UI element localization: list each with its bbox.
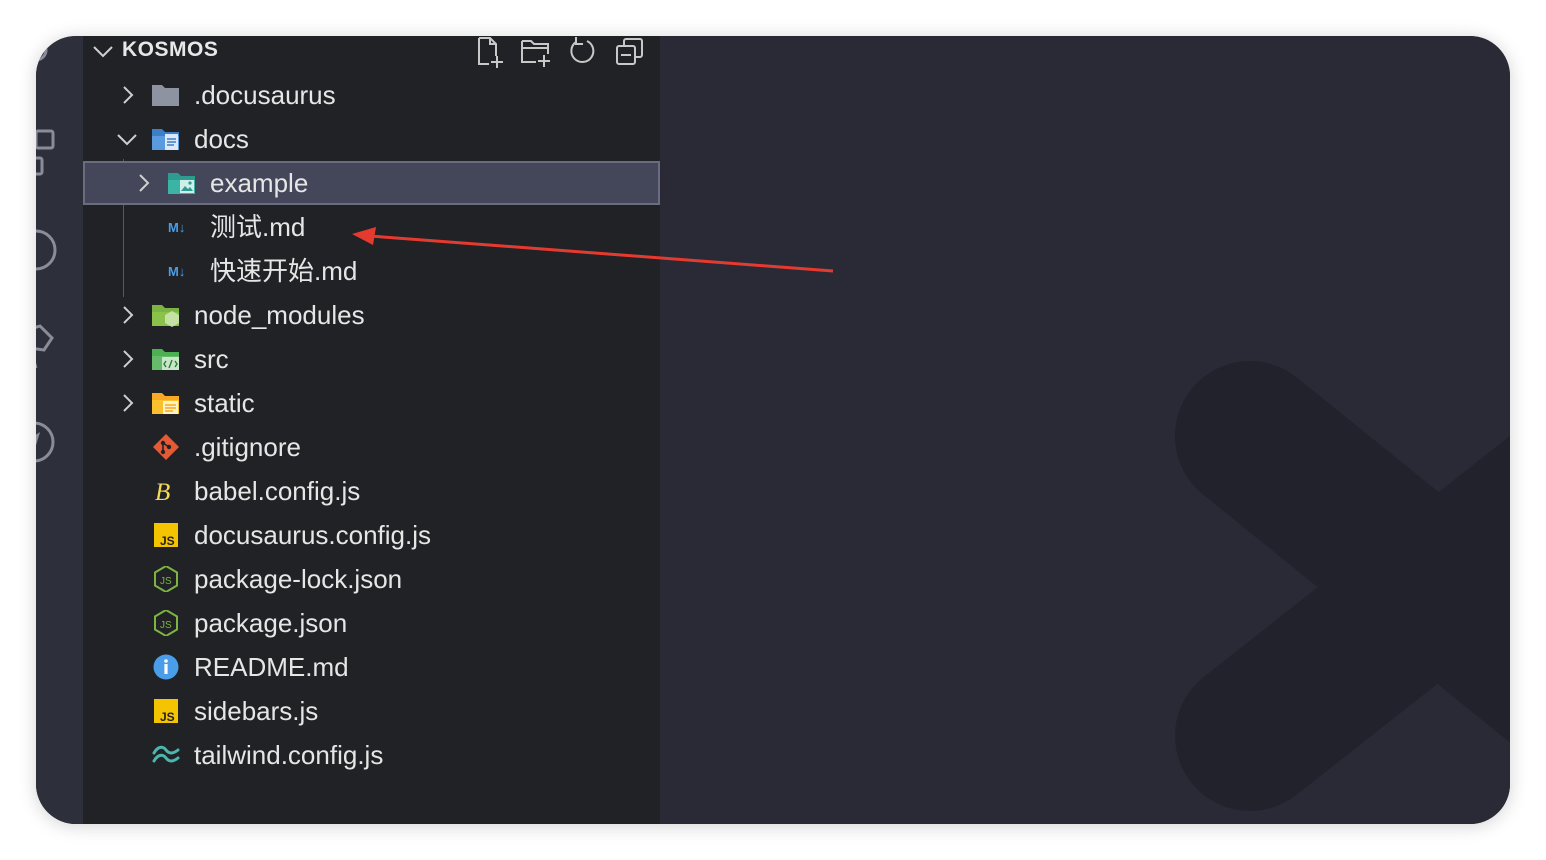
node-folder-icon xyxy=(152,305,179,327)
markdown-icon: M↓ xyxy=(168,220,185,235)
timeline-icon[interactable] xyxy=(36,416,60,468)
js-icon: JS xyxy=(154,523,178,548)
explorer-title: KOSMOS xyxy=(122,38,219,61)
tailwind-icon xyxy=(152,745,180,763)
svg-text:M↓: M↓ xyxy=(168,220,185,235)
svg-text:JS: JS xyxy=(160,534,175,548)
svg-text:JS: JS xyxy=(160,576,172,587)
vscode-watermark-logo xyxy=(1175,361,1510,811)
chevron-right-icon[interactable] xyxy=(119,304,137,326)
svg-text:M↓: M↓ xyxy=(168,264,185,279)
tree-item-test-md[interactable]: M↓ 测试.md xyxy=(83,205,660,249)
tree-item-src-folder[interactable]: src xyxy=(83,337,660,381)
svg-text:B: B xyxy=(155,479,170,504)
chevron-right-icon[interactable] xyxy=(135,172,153,194)
tree-item-label: 测试.md xyxy=(210,212,306,242)
tree-item-label: package-lock.json xyxy=(194,564,403,594)
tree-item-readme[interactable]: README.md xyxy=(83,645,660,689)
svg-text:JS: JS xyxy=(160,620,172,631)
tree-item-docusaurus-folder[interactable]: .docusaurus xyxy=(83,73,660,117)
chevron-right-icon[interactable] xyxy=(119,84,137,106)
folder-icon xyxy=(152,85,179,106)
tree-item-label: .gitignore xyxy=(194,432,301,462)
tree-item-tailwind-config[interactable]: tailwind.config.js xyxy=(83,733,660,777)
explorer-sidebar: KOSMOS .docusaurus docs example M↓ 测试.md… xyxy=(83,36,660,824)
new-file-icon[interactable] xyxy=(473,36,505,68)
nodejs-icon: JS xyxy=(154,610,178,636)
new-folder-icon[interactable] xyxy=(520,36,552,68)
src-folder-icon xyxy=(152,349,179,370)
nodejs-icon: JS xyxy=(154,566,178,592)
chevron-right-icon[interactable] xyxy=(119,348,137,370)
tree-item-docusaurus-config[interactable]: JS docusaurus.config.js xyxy=(83,513,660,557)
tree-item-label: src xyxy=(194,344,229,374)
js-icon: JS xyxy=(154,699,178,724)
tree-item-label: package.json xyxy=(194,608,348,638)
tree-item-example-folder[interactable]: example xyxy=(83,161,660,205)
tree-item-label: README.md xyxy=(194,652,349,682)
tree-item-label: node_modules xyxy=(194,300,365,330)
tree-item-label: docs xyxy=(194,124,249,154)
static-folder-icon xyxy=(152,393,179,414)
run-debug-icon[interactable] xyxy=(36,226,60,276)
git-icon xyxy=(153,434,179,460)
images-folder-icon xyxy=(168,173,195,194)
refresh-icon[interactable] xyxy=(567,36,599,68)
svg-text:JS: JS xyxy=(160,710,175,724)
markdown-icon: M↓ xyxy=(168,264,185,279)
tree-item-package-json[interactable]: JS package.json xyxy=(83,601,660,645)
tree-item-node-modules-folder[interactable]: node_modules xyxy=(83,293,660,337)
tree-item-label: sidebars.js xyxy=(194,696,319,726)
activity-bar xyxy=(36,36,83,824)
tree-item-docs-folder[interactable]: docs xyxy=(83,117,660,161)
docs-folder-icon xyxy=(152,129,179,150)
tree-item-label: 快速开始.md xyxy=(210,256,358,286)
tree-item-sidebars-js[interactable]: JS sidebars.js xyxy=(83,689,660,733)
vscode-window: KOSMOS .docusaurus docs example M↓ 测试.md… xyxy=(36,36,1510,824)
tree-item-static-folder[interactable]: static xyxy=(83,381,660,425)
tree-item-quickstart-md[interactable]: M↓ 快速开始.md xyxy=(83,249,660,293)
tree-item-label: docusaurus.config.js xyxy=(194,520,432,550)
tree-item-gitignore[interactable]: .gitignore xyxy=(83,425,660,469)
babel-icon: B xyxy=(155,479,170,504)
editor-empty-area xyxy=(660,36,1510,824)
remote-explorer-icon[interactable] xyxy=(36,320,58,370)
tree-item-label: static xyxy=(194,388,255,418)
chevron-down-icon[interactable] xyxy=(115,128,139,150)
tree-item-package-lock[interactable]: JS package-lock.json xyxy=(83,557,660,601)
chevron-down-icon[interactable] xyxy=(91,41,115,61)
chevron-right-icon[interactable] xyxy=(119,392,137,414)
tree-item-label: .docusaurus xyxy=(194,80,336,110)
tree-item-label: babel.config.js xyxy=(194,476,361,506)
tree-item-babel-config[interactable]: B babel.config.js xyxy=(83,469,660,513)
search-icon[interactable] xyxy=(36,36,58,72)
tree-item-label: example xyxy=(210,168,309,198)
extensions-icon[interactable] xyxy=(36,128,64,178)
collapse-all-icon[interactable] xyxy=(614,36,646,68)
explorer-header[interactable]: KOSMOS xyxy=(83,36,660,68)
info-icon xyxy=(153,654,179,680)
tree-item-label: tailwind.config.js xyxy=(194,740,384,770)
